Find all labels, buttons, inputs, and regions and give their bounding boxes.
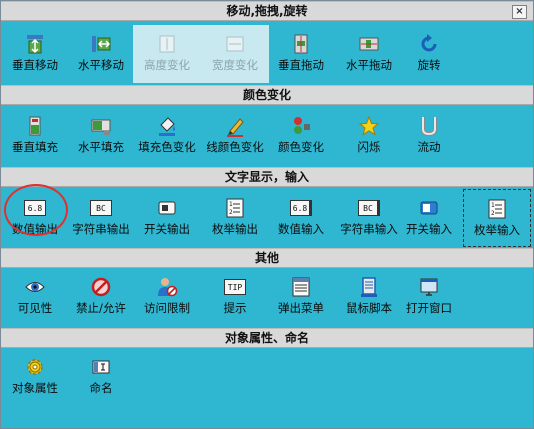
- blink-button[interactable]: 闪烁: [335, 107, 403, 165]
- section-body-move-drag-rotate: 垂直移动 水平移动 高度变化 宽度变化 垂直拖动 水平拖动 旋转: [1, 21, 533, 83]
- line-color-icon: [227, 118, 244, 137]
- section-body-color-change: 垂直填充 水平填充 填充色变化 线颜色变化 颜色变化 闪烁 流动: [1, 105, 533, 167]
- numeric-input-icon: 6.8: [290, 197, 312, 219]
- vertical-move-button[interactable]: 垂直移动: [1, 25, 69, 83]
- item-label: 旋转: [417, 58, 441, 72]
- svg-text:2: 2: [229, 209, 233, 216]
- item-label: 命名: [89, 381, 113, 395]
- string-input-icon: BC: [358, 197, 380, 219]
- section-header-move-drag-rotate: 移动,拖拽,旋转 ×: [1, 1, 533, 21]
- vertical-drag-icon: [294, 34, 308, 54]
- section-body-object-properties-naming: 对象属性 命名: [1, 348, 533, 408]
- section-header-other: 其他: [1, 248, 533, 268]
- mouse-script-button[interactable]: 鼠标脚本: [335, 268, 403, 326]
- tip-icon: TIP: [224, 276, 246, 298]
- vertical-fill-icon: [29, 116, 41, 136]
- item-label: 开关输入: [406, 222, 452, 236]
- svg-text:2: 2: [491, 210, 495, 217]
- vertical-fill-button[interactable]: 垂直填充: [1, 107, 69, 165]
- vertical-drag-button[interactable]: 垂直拖动: [267, 25, 335, 83]
- section-title: 移动,拖拽,旋转: [226, 4, 308, 18]
- forbid-icon: [91, 277, 111, 297]
- section-header-text-display-input: 文字显示，输入: [1, 167, 533, 187]
- enum-output-icon: 12: [226, 198, 244, 218]
- color-change-icon: [294, 117, 310, 134]
- svg-text:1: 1: [491, 202, 495, 209]
- object-properties-button[interactable]: 对象属性: [1, 348, 69, 406]
- switch-input-button[interactable]: 开关输入: [395, 189, 463, 247]
- enum-input-button[interactable]: 12 枚举输入: [463, 189, 531, 247]
- horizontal-drag-button[interactable]: 水平拖动: [335, 25, 403, 83]
- icon-tag: 6.8: [290, 200, 312, 216]
- section-title: 颜色变化: [242, 88, 291, 102]
- height-change-icon: [159, 35, 175, 53]
- open-window-icon: [420, 278, 438, 296]
- switch-output-icon: [158, 201, 176, 215]
- item-label: 打开窗口: [406, 301, 452, 315]
- rotate-button[interactable]: 旋转: [395, 25, 463, 83]
- flow-icon: [421, 117, 437, 137]
- mouse-script-icon: [361, 277, 377, 297]
- flow-button[interactable]: 流动: [395, 107, 463, 165]
- enum-output-button[interactable]: 12 枚举输出: [201, 189, 269, 247]
- horizontal-fill-icon: [91, 119, 111, 135]
- string-input-button[interactable]: BC 字符串输入: [335, 189, 403, 247]
- horizontal-fill-button[interactable]: 水平填充: [67, 107, 135, 165]
- visibility-button[interactable]: 可见性: [1, 268, 69, 326]
- section-body-other: 可见性 禁止/允许 访问限制 TIP 提示 弹出菜单 鼠标脚本 打开窗口: [1, 268, 533, 328]
- icon-tag: BC: [358, 200, 380, 216]
- numeric-input-button[interactable]: 6.8 数值输入: [267, 189, 335, 247]
- close-button[interactable]: ×: [512, 5, 527, 19]
- rotate-icon: [421, 34, 437, 52]
- close-icon: ×: [515, 6, 524, 17]
- naming-button[interactable]: 命名: [67, 348, 135, 406]
- string-output-button[interactable]: BC 字符串输出: [67, 189, 135, 247]
- switch-output-button[interactable]: 开关输出: [133, 189, 201, 247]
- numeric-output-icon: 6.8: [24, 197, 46, 219]
- enum-input-icon: 12: [488, 199, 506, 219]
- icon-tag: BC: [90, 200, 112, 216]
- open-window-button[interactable]: 打开窗口: [395, 268, 463, 326]
- name-icon: [92, 360, 110, 374]
- horizontal-move-button[interactable]: 水平移动: [67, 25, 135, 83]
- width-change-icon: [226, 36, 244, 52]
- section-header-object-properties-naming: 对象属性、命名: [1, 328, 533, 348]
- forbid-allow-button[interactable]: 禁止/允许: [67, 268, 135, 326]
- tip-button[interactable]: TIP 提示: [201, 268, 269, 326]
- animation-link-dialog: 移动,拖拽,旋转 × 垂直移动 水平移动 高度变化 宽度变化 垂直拖动 水平拖动: [0, 0, 534, 429]
- horizontal-move-icon: [92, 36, 111, 52]
- numeric-output-button[interactable]: 6.8 数值输出: [1, 189, 69, 247]
- svg-text:1: 1: [229, 201, 233, 208]
- fill-color-change-button[interactable]: 填充色变化: [133, 107, 201, 165]
- access-limit-icon: [158, 278, 178, 297]
- popup-menu-icon: [292, 277, 310, 297]
- icon-tag: TIP: [224, 279, 246, 295]
- section-title: 其他: [254, 251, 279, 265]
- section-body-text-display-input: 6.8 数值输出 BC 字符串输出 开关输出 12 枚举输出 6.8 数值输入 …: [1, 187, 533, 249]
- height-change-button[interactable]: 高度变化: [133, 25, 201, 83]
- section-header-color-change: 颜色变化: [1, 85, 533, 105]
- section-title: 对象属性、命名: [224, 331, 309, 345]
- section-title: 文字显示，输入: [224, 170, 309, 184]
- eye-icon: [25, 282, 45, 292]
- item-label: 流动: [417, 140, 441, 154]
- gear-icon: [27, 359, 43, 375]
- switch-input-icon: [420, 201, 438, 215]
- vertical-move-icon: [27, 35, 43, 54]
- line-color-change-button[interactable]: 线颜色变化: [201, 107, 269, 165]
- string-output-icon: BC: [90, 197, 112, 219]
- blink-icon: [358, 115, 380, 136]
- color-change-button[interactable]: 颜色变化: [267, 107, 335, 165]
- width-change-button[interactable]: 宽度变化: [201, 25, 269, 83]
- icon-tag: 6.8: [24, 200, 46, 216]
- item-label: 枚举输入: [474, 223, 520, 237]
- popup-menu-button[interactable]: 弹出菜单: [267, 268, 335, 326]
- fill-color-icon: [159, 117, 175, 136]
- access-limit-button[interactable]: 访问限制: [133, 268, 201, 326]
- horizontal-drag-icon: [359, 37, 379, 51]
